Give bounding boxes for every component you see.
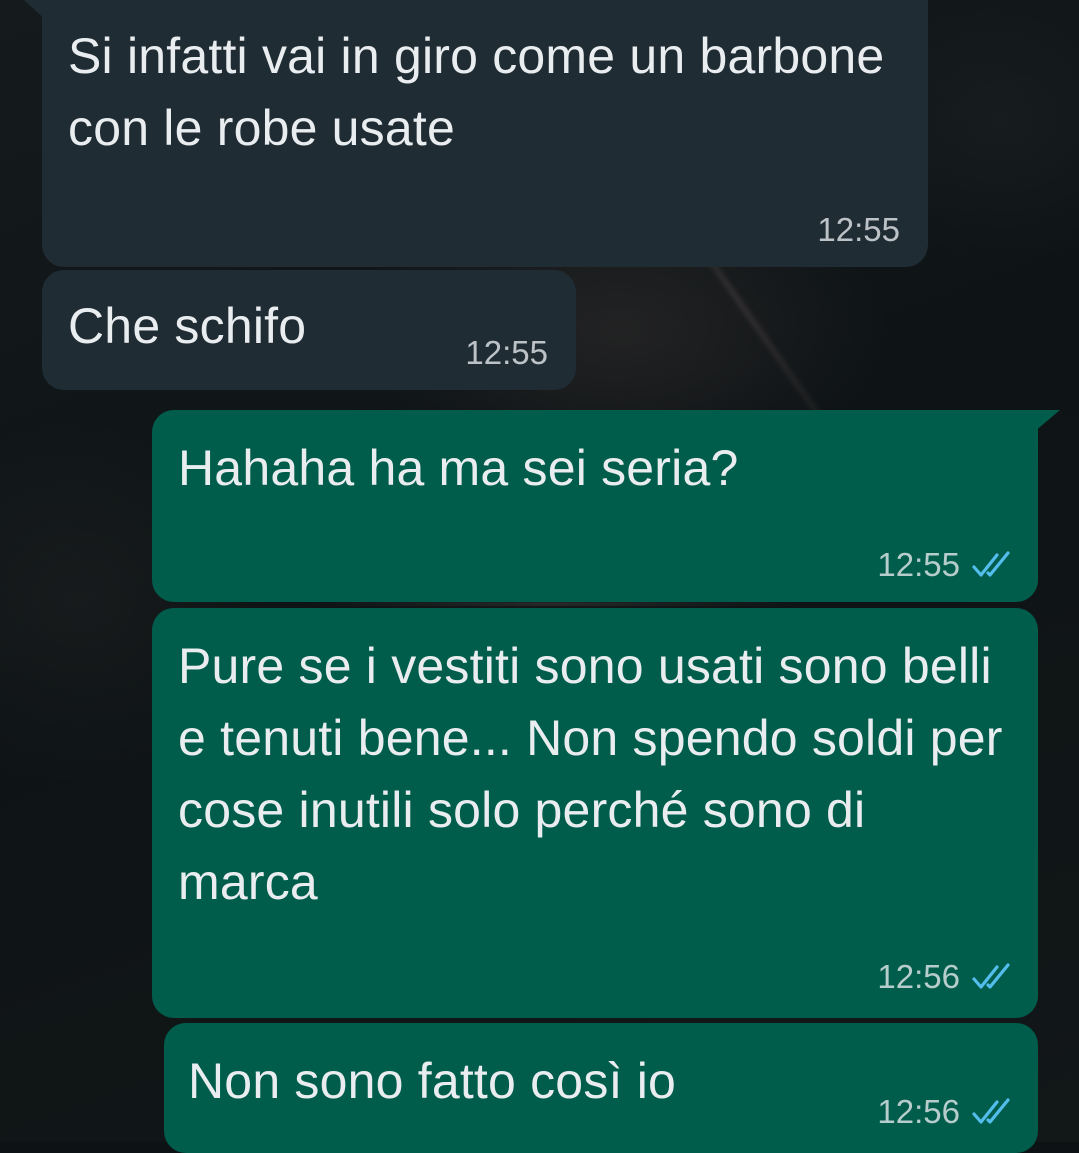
message-time: 12:55 [877, 546, 960, 583]
double-check-read-icon [972, 551, 1010, 577]
message-meta: 12:55 [877, 546, 1014, 584]
message-time: 12:56 [877, 1093, 960, 1130]
message-time: 12:55 [817, 211, 900, 248]
message-text: Non sono fatto così io [188, 1053, 677, 1109]
message-time: 12:55 [465, 334, 548, 371]
message-meta: 12:55 [465, 334, 548, 372]
message-meta: 12:56 [877, 958, 1014, 996]
message-bubble-outgoing[interactable]: Pure se i vestiti sono usati sono belli … [152, 608, 1038, 1018]
double-check-read-icon [972, 963, 1010, 989]
double-check-read-icon [972, 1098, 1010, 1124]
bubble-tail [24, 0, 48, 22]
message-text: Si infatti vai in giro come un barbone c… [68, 28, 899, 156]
bubble-tail [1034, 410, 1060, 432]
message-text: Pure se i vestiti sono usati sono belli … [178, 638, 1017, 910]
wallpaper-streak [300, 602, 800, 606]
message-bubble-incoming[interactable]: Si infatti vai in giro come un barbone c… [24, 0, 928, 267]
message-meta: 12:56 [877, 1093, 1014, 1131]
message-time: 12:56 [877, 958, 960, 995]
message-bubble-outgoing[interactable]: Non sono fatto così io 12:56 [164, 1023, 1038, 1153]
message-text: Che schifo [68, 298, 307, 354]
message-meta: 12:55 [817, 211, 900, 249]
message-text: Hahaha ha ma sei seria? [178, 440, 739, 496]
message-bubble-incoming[interactable]: Che schifo 12:55 [42, 270, 576, 390]
message-bubble-outgoing[interactable]: Hahaha ha ma sei seria? 12:55 [152, 410, 1060, 602]
